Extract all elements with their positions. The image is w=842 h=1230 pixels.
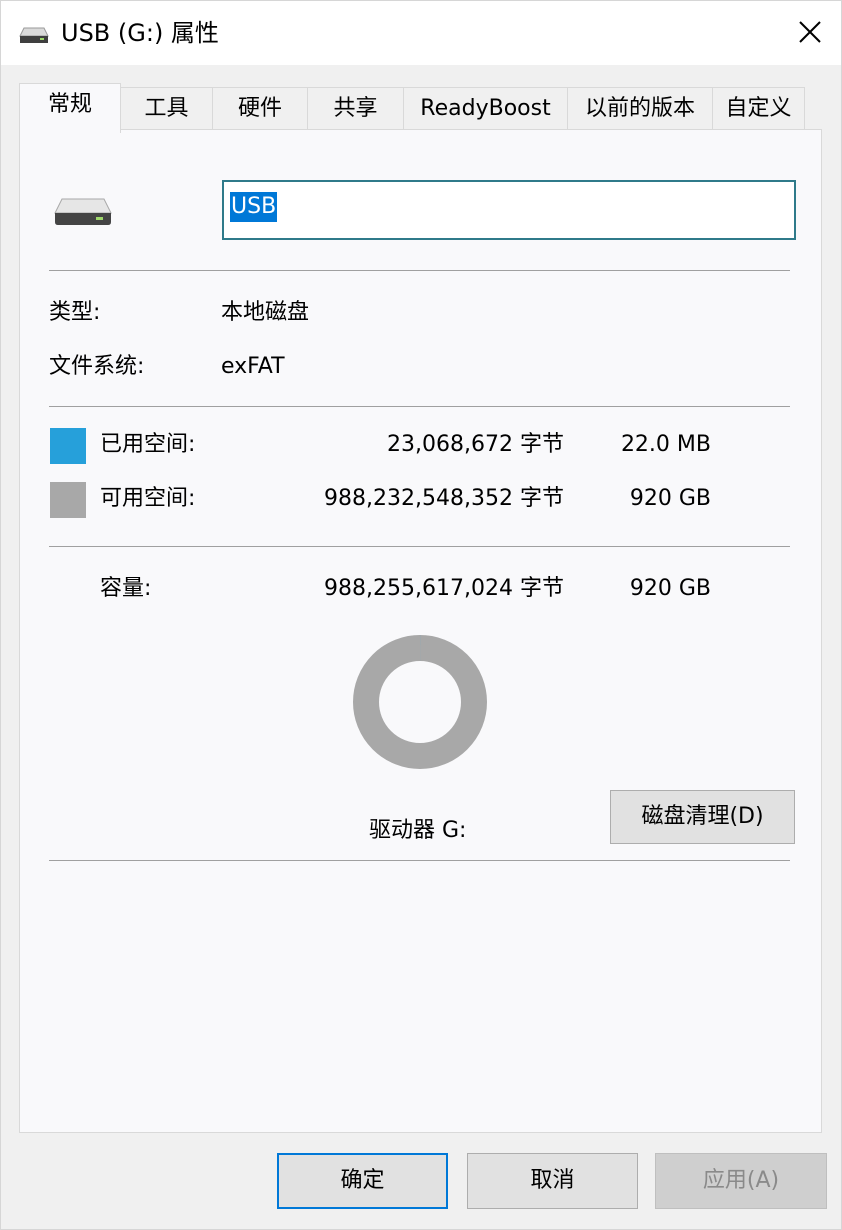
capacity-size: 920 GB	[629, 576, 711, 601]
divider	[49, 270, 790, 271]
tab-strip: 常规 工具 硬件 共享 ReadyBoost 以前的版本 自定义	[19, 83, 819, 133]
free-space-label: 可用空间:	[100, 486, 196, 511]
free-space-bytes: 988,232,548,352 字节	[324, 486, 564, 511]
drive-name-input[interactable]: USB	[222, 180, 796, 240]
ok-button[interactable]: 确定	[277, 1153, 448, 1209]
free-space-swatch	[50, 482, 86, 518]
tab-hardware[interactable]: 硬件	[212, 87, 308, 131]
divider	[49, 860, 790, 861]
usb-drive-icon	[19, 27, 49, 43]
used-space-swatch	[50, 428, 86, 464]
disk-cleanup-button[interactable]: 磁盘清理(D)	[610, 790, 795, 844]
tab-previous-versions[interactable]: 以前的版本	[567, 87, 713, 131]
tab-sharing[interactable]: 共享	[307, 87, 404, 131]
free-space-ring	[353, 635, 487, 769]
type-value: 本地磁盘	[221, 300, 310, 325]
divider	[49, 406, 790, 407]
properties-window: USB (G:) 属性 常规 工具 硬件 共享 ReadyBoost 以前的版本…	[0, 0, 842, 1230]
drive-icon	[54, 198, 112, 225]
close-icon	[799, 21, 821, 43]
free-space-size: 920 GB	[629, 486, 711, 511]
tab-readyboost[interactable]: ReadyBoost	[403, 87, 568, 131]
divider	[49, 546, 790, 547]
used-space-label: 已用空间:	[100, 432, 196, 457]
file-system-label: 文件系统:	[49, 354, 145, 379]
capacity-label: 容量:	[100, 576, 152, 601]
tab-customize[interactable]: 自定义	[712, 87, 805, 131]
window-title: USB (G:) 属性	[61, 19, 219, 47]
usage-donut-chart	[353, 635, 487, 769]
capacity-bytes: 988,255,617,024 字节	[324, 576, 564, 601]
close-button[interactable]	[779, 1, 841, 63]
apply-button: 应用(A)	[655, 1153, 827, 1209]
title-bar: USB (G:) 属性	[1, 1, 841, 65]
used-space-size: 22.0 MB	[620, 432, 711, 457]
tab-general[interactable]: 常规	[19, 83, 121, 133]
file-system-value: exFAT	[221, 354, 285, 379]
used-space-bytes: 23,068,672 字节	[387, 432, 564, 457]
drive-name-value: USB	[230, 192, 278, 222]
general-tab-panel: USB 类型: 本地磁盘 文件系统: exFAT 已用空间: 23,068,67…	[19, 129, 822, 1133]
drive-letter-label: 驱动器 G:	[369, 818, 467, 843]
tab-tools[interactable]: 工具	[120, 87, 213, 131]
type-label: 类型:	[49, 300, 101, 325]
cancel-button[interactable]: 取消	[467, 1153, 638, 1209]
